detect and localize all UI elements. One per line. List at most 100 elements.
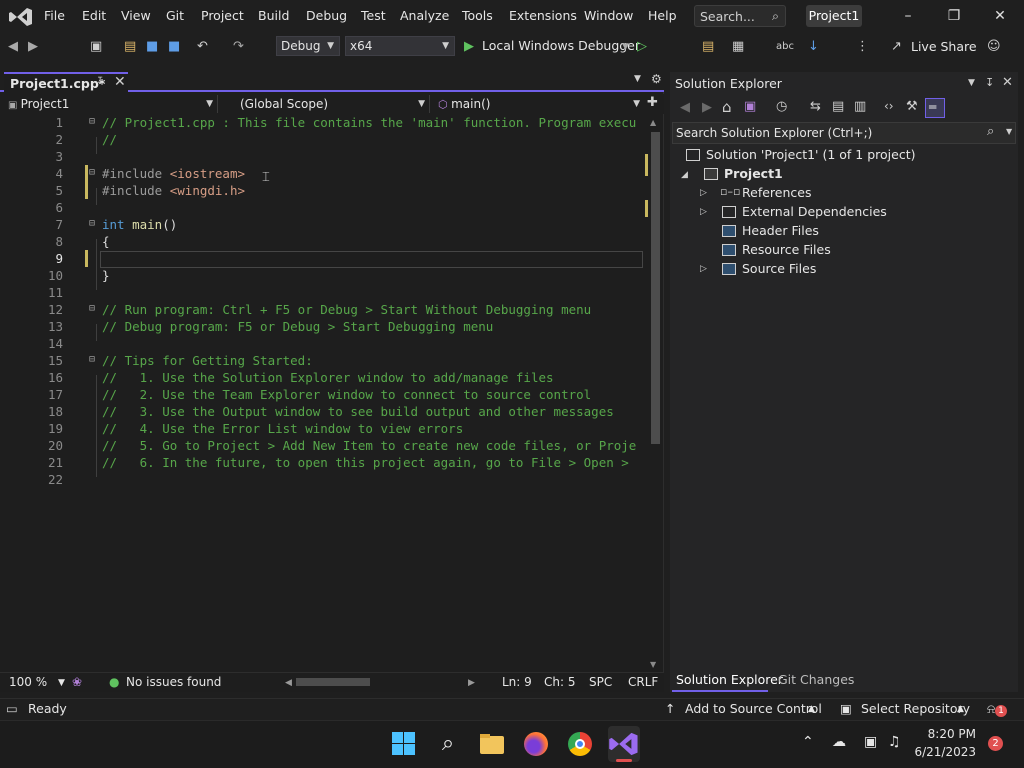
redo-icon[interactable]: ↷ [233, 37, 244, 57]
notifications-bell-icon[interactable]: ⍾ [987, 701, 995, 717]
fold-toggle-icon[interactable]: ⊟ [89, 116, 95, 127]
project-node[interactable]: Project1 [724, 166, 783, 181]
clock-time[interactable]: 8:20 PM [920, 727, 976, 741]
restore-icon[interactable]: ❐ [944, 6, 964, 26]
project-dropdown[interactable]: ▣ Project1 ▼ [8, 95, 218, 113]
visual-studio-taskbar-icon[interactable] [608, 726, 640, 762]
forward-icon[interactable]: ▶ [702, 100, 712, 115]
fold-toggle-icon[interactable]: ⊟ [89, 354, 95, 365]
menu-extensions[interactable]: Extensions [509, 8, 577, 23]
toolbar-overflow-icon[interactable]: ⋮ [856, 37, 869, 57]
back-icon[interactable]: ◀ [680, 100, 690, 115]
menu-edit[interactable]: Edit [82, 8, 106, 23]
member-dropdown[interactable]: ⬡ main() ▼ [438, 95, 644, 113]
code-line[interactable]: 7 ⊟ int main() [0, 217, 648, 234]
file-explorer-taskbar-icon[interactable] [478, 730, 506, 758]
horizontal-scroll-thumb[interactable] [296, 678, 370, 686]
pending-changes-filter-icon[interactable]: ◷ [776, 99, 787, 114]
solution-platform-dropdown[interactable]: x64 ▼ [345, 36, 455, 56]
code-line[interactable]: 14 [0, 336, 648, 353]
indentation-indicator[interactable]: SPC [589, 675, 612, 689]
fold-toggle-icon[interactable]: ⊟ [89, 218, 95, 229]
firefox-icon[interactable] [522, 730, 550, 758]
panel-close-icon[interactable]: ✕ [1002, 75, 1013, 90]
menu-tools[interactable]: Tools [462, 8, 493, 23]
visual-studio-logo-icon[interactable] [8, 6, 34, 28]
tab-list-chevron-icon[interactable]: ▼ [634, 74, 641, 84]
code-line[interactable]: 1 ⊟ // Project1.cpp : This file contains t… [0, 115, 648, 132]
save-all-icon[interactable]: ■ [168, 37, 180, 57]
tab-project1-cpp[interactable]: Project1.cpp* ↧ ✕ [4, 72, 128, 92]
close-icon[interactable]: ✕ [990, 6, 1010, 26]
code-line[interactable]: 20 // 5. Go to Project > Add New Item to … [0, 438, 648, 455]
cloud-icon[interactable]: ☁ [832, 734, 846, 750]
scope-dropdown[interactable]: (Global Scope) ▼ [240, 95, 430, 113]
navigate-forward-icon[interactable]: ▶ [28, 37, 38, 57]
menu-analyze[interactable]: Analyze [400, 8, 449, 23]
tab-solution-explorer[interactable]: Solution Explorer [676, 672, 783, 687]
tree-item-external-dependencies[interactable]: External Dependencies [742, 204, 887, 219]
tab-git-changes[interactable]: Git Changes [778, 672, 854, 687]
window-position-chevron-icon[interactable]: ▼ [968, 78, 975, 88]
menu-file[interactable]: File [44, 8, 65, 23]
code-line[interactable]: 16 // 1. Use the Solution Explorer window… [0, 370, 648, 387]
expanded-arrow-icon[interactable]: ◢ [681, 170, 688, 180]
properties-wrench-icon[interactable]: ⚒ [906, 99, 918, 114]
line-indicator[interactable]: Ln: 9 [502, 675, 532, 689]
live-share-icon[interactable]: ↗ [891, 37, 902, 57]
issues-status[interactable]: No issues found [126, 675, 221, 689]
tree-item-references[interactable]: References [742, 185, 811, 200]
start-without-debugging-icon[interactable]: ▷ [637, 37, 647, 57]
menu-help[interactable]: Help [648, 8, 677, 23]
add-to-source-control-button[interactable]: Add to Source Control [685, 701, 822, 716]
vertical-scroll-thumb[interactable] [651, 132, 660, 444]
zoom-chevron-icon[interactable]: ▼ [58, 678, 65, 688]
project-name-badge[interactable]: Project1 [806, 5, 862, 27]
chrome-icon[interactable] [566, 730, 594, 758]
clock-date[interactable]: 6/21/2023 [914, 745, 976, 759]
intellicode-icon[interactable]: ❀ [72, 675, 82, 689]
code-line[interactable]: 10} [0, 268, 648, 285]
split-editor-icon[interactable]: ✚ [647, 95, 658, 110]
switch-views-icon[interactable]: ▣ [744, 99, 756, 114]
zoom-level[interactable]: 100 % [9, 675, 47, 689]
menu-debug[interactable]: Debug [306, 8, 347, 23]
start-debugging-icon[interactable]: ▶ [464, 37, 474, 57]
fold-toggle-icon[interactable]: ⊟ [89, 303, 95, 314]
code-editor[interactable]: 1 ⊟ // Project1.cpp : This file contains t… [0, 114, 648, 672]
menu-view[interactable]: View [121, 8, 151, 23]
view-code-icon[interactable]: ‹› [884, 99, 894, 113]
code-line[interactable]: 2 // [0, 132, 648, 149]
start-menu-icon[interactable] [390, 730, 418, 758]
collapsed-arrow-icon[interactable]: ▷ [700, 264, 707, 274]
solution-explorer-search[interactable]: Search Solution Explorer (Ctrl+;) ⌕ ▼ [672, 122, 1016, 144]
save-icon[interactable]: ■ [146, 37, 158, 57]
code-line[interactable]: 8{ [0, 234, 648, 251]
repository-chevron-icon[interactable]: ▲ [957, 704, 964, 714]
search-options-chevron-icon[interactable]: ▼ [1006, 127, 1012, 136]
live-share-button[interactable]: Live Share [911, 39, 977, 54]
preview-selected-items-button[interactable]: ═ [925, 98, 945, 118]
tree-item-resource-files[interactable]: Resource Files [742, 242, 831, 257]
step-icon[interactable]: ↓ [808, 37, 819, 57]
source-control-chevron-icon[interactable]: ▲ [808, 704, 815, 714]
code-line[interactable]: 5 #include <wingdi.h> [0, 183, 648, 200]
scroll-left-icon[interactable]: ◀ [285, 678, 292, 688]
collapse-all-icon[interactable]: ▤ [832, 99, 844, 114]
volume-icon[interactable]: ♫ [888, 734, 901, 750]
minimize-icon[interactable]: – [898, 6, 918, 26]
code-line[interactable]: 12 ⊟ // Run program: Ctrl + F5 or Debug > … [0, 302, 648, 319]
show-hidden-icons-chevron-icon[interactable]: ⌃ [802, 734, 814, 750]
code-line[interactable]: 4 ⊟ #include <iostream> [0, 166, 648, 183]
spell-check-icon[interactable]: abc [776, 37, 794, 57]
open-folder-icon[interactable]: ▤ [124, 37, 136, 57]
sync-active-document-icon[interactable]: ⇆ [810, 99, 821, 114]
fold-toggle-icon[interactable]: ⊟ [89, 167, 95, 178]
layout-icon[interactable]: ▦ [732, 37, 744, 57]
code-line[interactable]: 13 // Debug program: F5 or Debug > Start … [0, 319, 648, 336]
scroll-up-icon[interactable]: ▲ [650, 118, 656, 127]
code-line[interactable]: 11 [0, 285, 648, 302]
menu-window[interactable]: Window [584, 8, 633, 23]
collapsed-arrow-icon[interactable]: ▷ [700, 207, 707, 217]
code-line[interactable]: 17 // 2. Use the Team Explorer window to … [0, 387, 648, 404]
